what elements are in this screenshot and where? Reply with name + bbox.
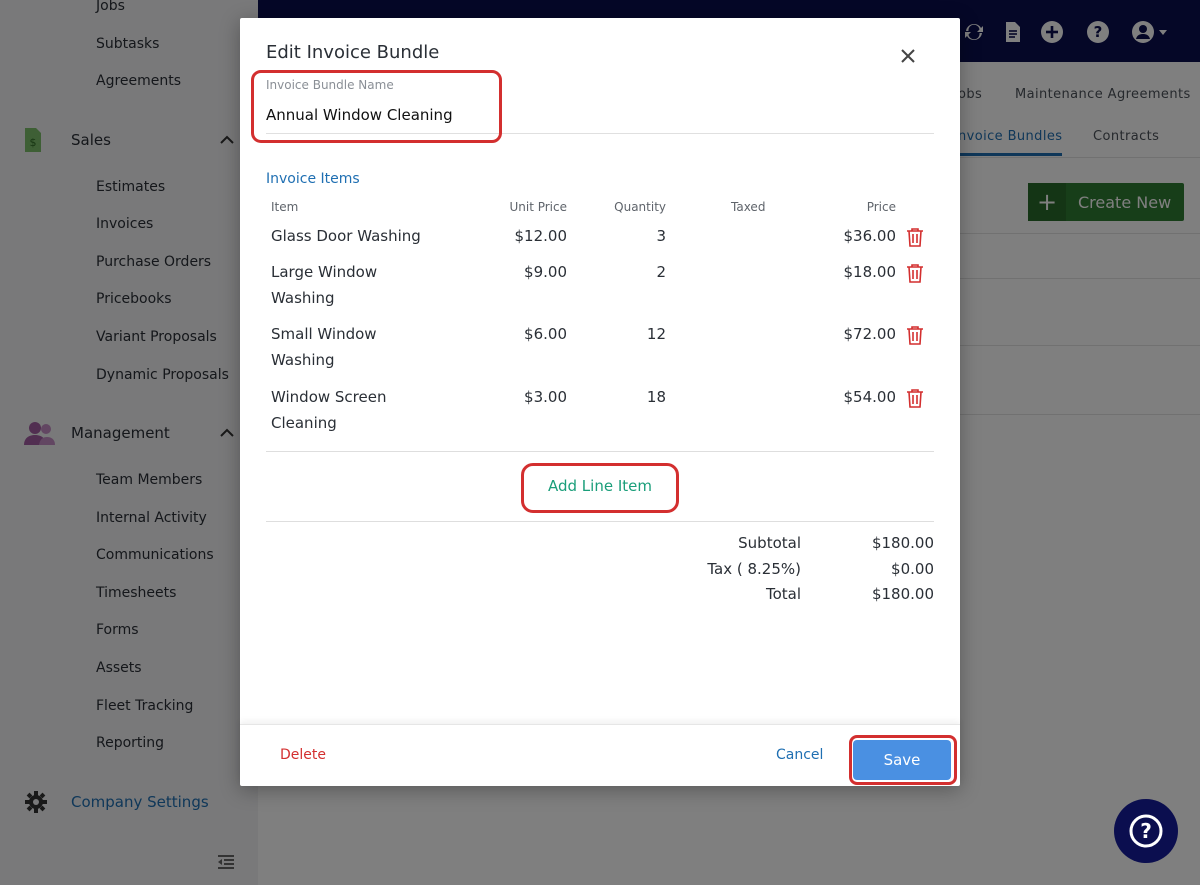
invoice-items-heading: Invoice Items [266,171,360,187]
total-label: Total [765,585,801,603]
table-row-item-name: Large Window [271,263,378,281]
items-divider [266,451,934,452]
cancel-button[interactable]: Cancel [776,747,823,763]
highlight-save-button [849,735,957,785]
subtotal-label: Subtotal [738,534,801,552]
column-header-item: Item [271,200,299,214]
table-row-quantity: 12 [646,325,666,343]
table-row-item-name-cont: Washing [271,351,335,369]
trash-icon[interactable] [906,325,924,345]
table-row-item-name: Glass Door Washing [271,227,421,245]
highlight-name-field [251,70,502,143]
column-header-price: Price [866,200,896,214]
table-row-unit-price: $9.00 [524,263,567,281]
column-header-unit-price: Unit Price [509,200,567,214]
table-row-price: $36.00 [843,227,897,245]
tax-label: Tax ( 8.25%) [707,560,801,578]
column-header-quantity: Quantity [614,200,666,214]
table-row-item-name: Small Window [271,325,377,343]
table-row-unit-price: $12.00 [514,227,568,245]
table-row-item-name-cont: Cleaning [271,414,337,432]
column-header-taxed: Taxed [731,200,766,214]
close-button[interactable] [896,44,920,68]
delete-button[interactable]: Delete [280,747,326,763]
table-row-price: $54.00 [843,388,897,406]
close-icon [901,49,915,63]
modal-title: Edit Invoice Bundle [266,42,440,63]
table-row-unit-price: $6.00 [524,325,567,343]
highlight-add-line-item [521,463,679,513]
table-row-price: $72.00 [843,325,897,343]
trash-icon[interactable] [906,263,924,283]
table-row-item-name-cont: Washing [271,289,335,307]
trash-icon[interactable] [906,388,924,408]
help-chat-button[interactable]: ? [1114,799,1178,863]
subtotal-value: $180.00 [871,534,934,552]
modal-footer: Delete Cancel Save [240,724,960,786]
edit-invoice-bundle-modal: Edit Invoice Bundle Invoice Bundle Name … [240,18,960,786]
table-row-quantity: 3 [656,227,666,245]
total-value: $180.00 [871,585,934,603]
table-row-item-name: Window Screen [271,388,387,406]
table-row-quantity: 2 [656,263,666,281]
table-row-price: $18.00 [843,263,897,281]
help-icon: ? [1129,814,1163,848]
table-row-unit-price: $3.00 [524,388,567,406]
svg-text:?: ? [1140,819,1152,843]
table-row-quantity: 18 [646,388,666,406]
trash-icon[interactable] [906,227,924,247]
tax-value: $0.00 [891,560,934,578]
summary-divider [266,521,934,522]
